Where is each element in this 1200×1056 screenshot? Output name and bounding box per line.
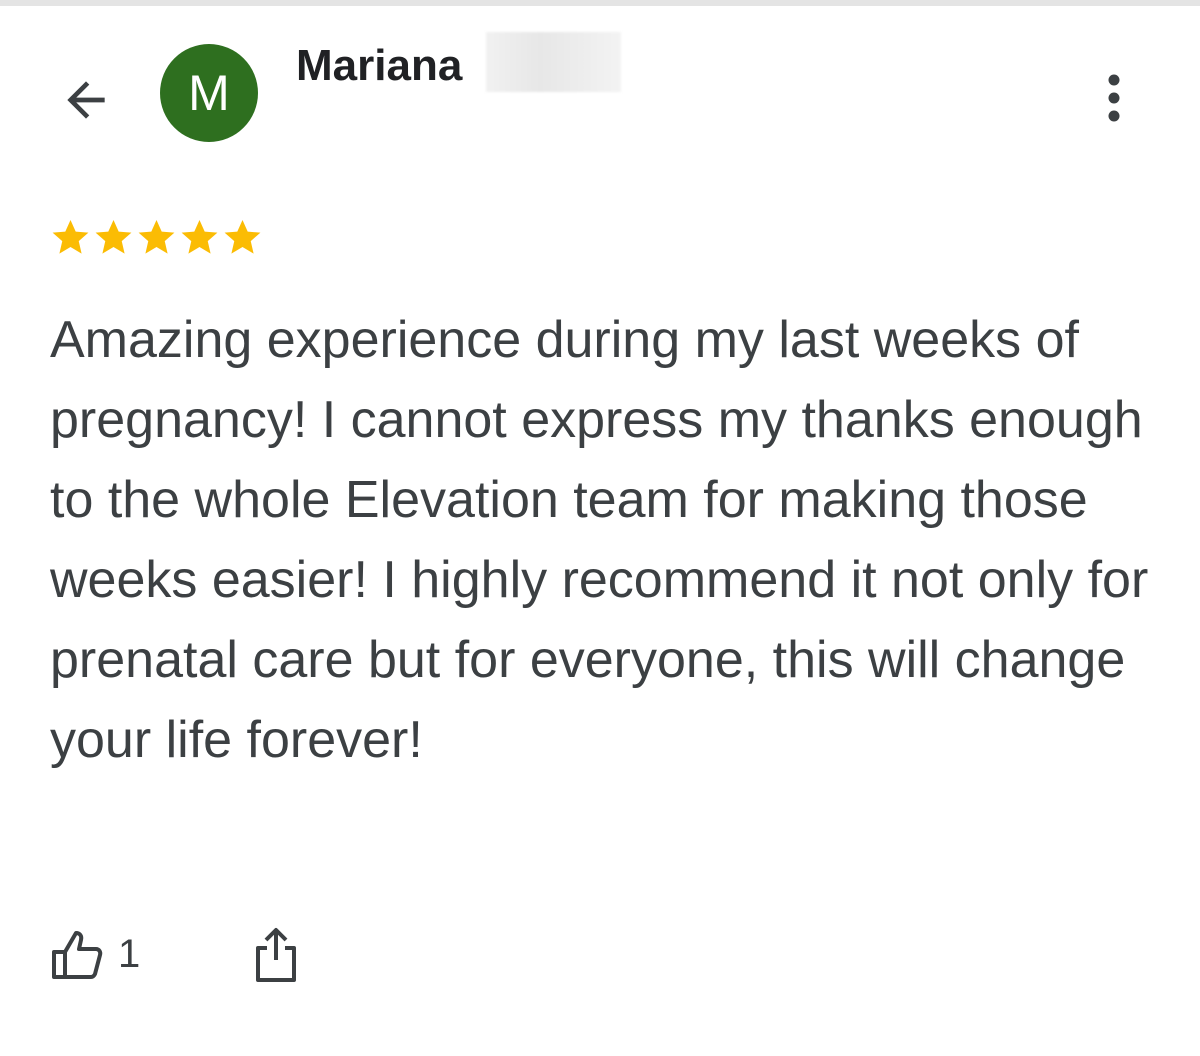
author-name[interactable]: Mariana — [296, 40, 462, 92]
star-icon — [95, 219, 132, 254]
star-icon — [52, 219, 89, 254]
like-count: 1 — [118, 931, 141, 976]
name-redaction — [486, 32, 621, 92]
share-icon — [256, 928, 296, 982]
thumb-up-outline-icon — [52, 931, 103, 979]
share-button[interactable] — [248, 922, 304, 986]
like-button[interactable]: 1 — [48, 922, 140, 986]
arrow-back-icon — [67, 81, 105, 119]
star-icon — [138, 219, 175, 254]
star-rating — [49, 216, 264, 259]
avatar[interactable]: M — [160, 44, 258, 142]
more-vert-icon — [1108, 74, 1120, 122]
review-text: Amazing experience during my last weeks … — [50, 311, 1149, 769]
star-icon — [181, 219, 218, 254]
star-icon — [224, 219, 261, 254]
top-divider — [0, 0, 1200, 6]
back-button[interactable] — [54, 68, 118, 132]
more-options-button[interactable] — [1090, 66, 1138, 130]
avatar-initial: M — [188, 65, 230, 121]
